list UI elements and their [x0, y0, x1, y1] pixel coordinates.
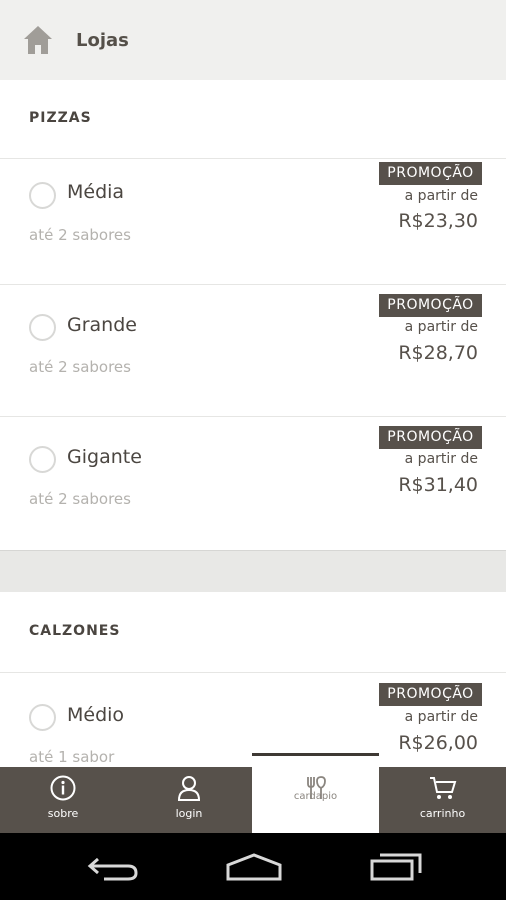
from-label: a partir de — [404, 188, 478, 204]
radio-button[interactable] — [29, 446, 56, 473]
section-separator — [0, 550, 506, 592]
tab-label: login — [175, 807, 203, 820]
item-name: Gigante — [67, 446, 142, 468]
section-title: PIZZAS — [29, 110, 92, 126]
home-nav-icon[interactable] — [224, 851, 284, 883]
radio-button[interactable] — [29, 704, 56, 731]
tab-label: cardapio — [293, 791, 338, 802]
item-name: Grande — [67, 314, 137, 336]
promo-badge: PROMOÇÃO — [379, 162, 482, 185]
section-title: CALZONES — [29, 623, 121, 639]
section-header-calzones: CALZONES — [0, 592, 506, 672]
tab-label: sobre — [47, 807, 79, 820]
tab-carrinho[interactable]: carrinho — [379, 767, 506, 833]
price: R$28,70 — [398, 342, 478, 364]
from-label: a partir de — [404, 451, 478, 467]
cart-icon — [429, 777, 456, 799]
home-icon[interactable] — [22, 24, 54, 56]
price: R$23,30 — [398, 210, 478, 232]
tab-cardapio[interactable]: cardapio — [252, 753, 379, 833]
recent-apps-icon[interactable] — [366, 851, 426, 883]
promo-badge: PROMOÇÃO — [379, 683, 482, 706]
item-name: Média — [67, 181, 125, 203]
system-navigation-bar — [0, 833, 506, 900]
tab-label: carrinho — [419, 807, 466, 820]
active-tab-indicator — [252, 753, 379, 756]
user-icon — [177, 776, 201, 801]
radio-button[interactable] — [29, 182, 56, 209]
tab-sobre[interactable]: sobre — [0, 767, 126, 833]
section-header-pizzas: PIZZAS — [0, 80, 506, 158]
promo-badge: PROMOÇÃO — [379, 426, 482, 449]
promo-badge: PROMOÇÃO — [379, 294, 482, 317]
item-name: Médio — [67, 704, 125, 726]
from-label: a partir de — [404, 709, 478, 725]
menu-item-gigante[interactable]: Gigante até 2 sabores PROMOÇÃO a partir … — [0, 417, 506, 550]
tab-login[interactable]: login — [126, 767, 252, 833]
price: R$26,00 — [398, 732, 478, 754]
page-title: Lojas — [76, 30, 129, 51]
item-subtitle: até 2 sabores — [29, 358, 131, 376]
top-bar: Lojas — [0, 0, 506, 80]
price: R$31,40 — [398, 474, 478, 496]
bottom-tab-bar: sobre login cardapio carrinho — [0, 753, 506, 833]
back-icon[interactable] — [84, 851, 144, 883]
item-subtitle: até 2 sabores — [29, 490, 131, 508]
radio-button[interactable] — [29, 314, 56, 341]
from-label: a partir de — [404, 319, 478, 335]
item-subtitle: até 2 sabores — [29, 226, 131, 244]
menu-item-media[interactable]: Média até 2 sabores PROMOÇÃO a partir de… — [0, 159, 506, 284]
info-icon — [50, 775, 76, 801]
item-subtitle: até 1 sabor — [29, 748, 115, 766]
menu-item-grande[interactable]: Grande até 2 sabores PROMOÇÃO a partir d… — [0, 285, 506, 416]
